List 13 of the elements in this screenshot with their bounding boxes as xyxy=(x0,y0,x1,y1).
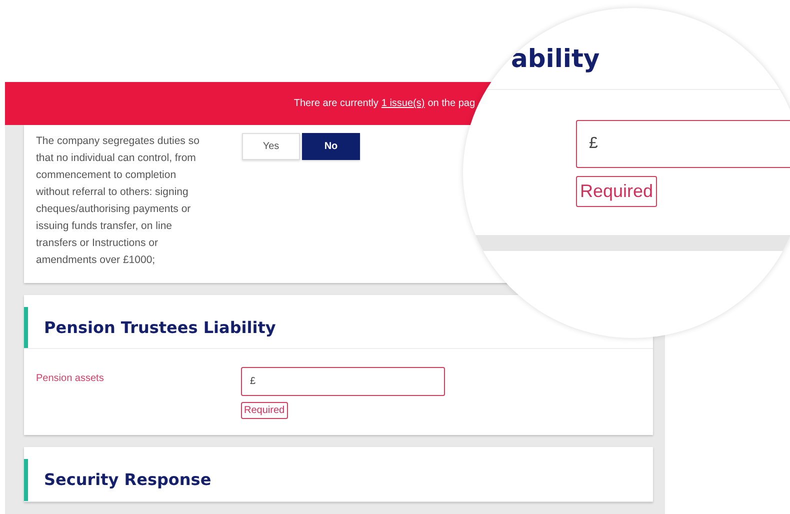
choice-button[interactable]: Yes xyxy=(242,132,300,160)
field-label: Pension assets xyxy=(36,372,105,386)
error-message: Required xyxy=(241,402,288,420)
section-heading: Security Response xyxy=(24,459,653,501)
banner-text: There are currently xyxy=(294,98,378,109)
error-message: Required xyxy=(576,176,658,207)
banner-text: on the pag xyxy=(428,98,475,109)
amount-input-field[interactable]: £ xyxy=(576,120,790,168)
section-heading: ability xyxy=(463,8,790,90)
choice-button[interactable]: No xyxy=(302,132,360,160)
issues-link[interactable]: 1 issue(s) xyxy=(381,98,425,109)
amount-input-field[interactable]: £ xyxy=(241,367,445,396)
question-text: The company segregates duties so that no individual can control, from commencement to completion without referral to others: signing cheques/authorising payments or issuing funds transfer, on line transfers or Instructions or amendments over £1000; xyxy=(36,134,200,268)
